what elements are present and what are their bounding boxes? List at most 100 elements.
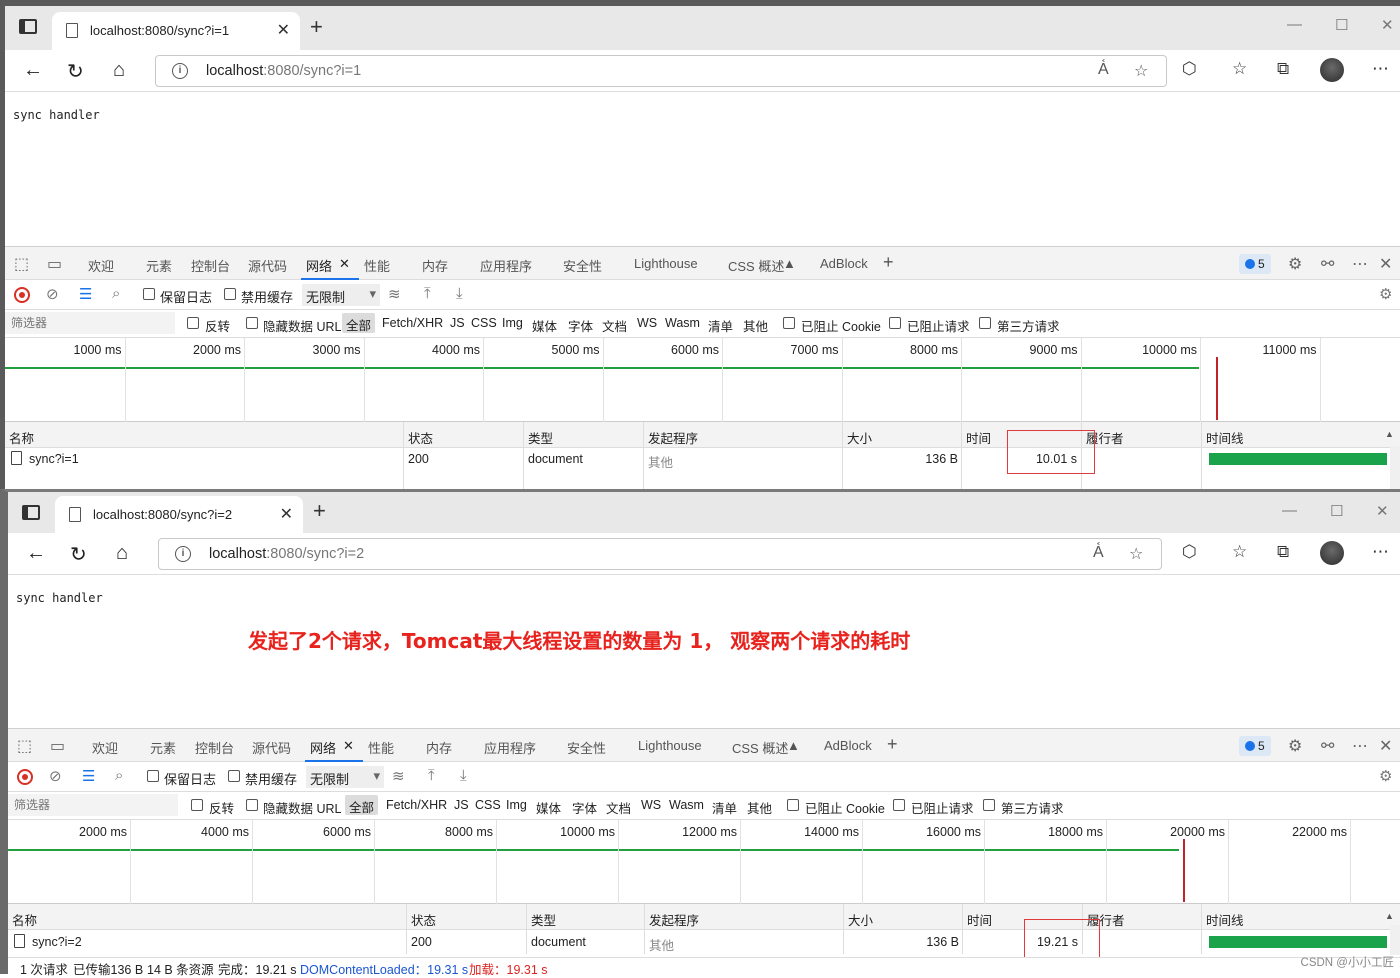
clear-icon[interactable]: ⊘ [46,285,59,303]
filter-type-js[interactable]: JS [450,316,465,330]
col-type[interactable]: 类型 [528,428,553,447]
filter-type-wasm[interactable]: Wasm [665,316,700,330]
throttle-select[interactable]: 无限制 ▾ [302,284,380,306]
more-options-icon[interactable]: ⋯ [1352,736,1368,756]
network-settings-icon[interactable]: ⚙ [1379,285,1392,303]
extensions-icon[interactable]: ⬡ [1182,542,1197,562]
close-devtools-icon[interactable]: ✕ [1379,254,1392,274]
network-settings-icon[interactable]: ⚙ [1379,767,1392,785]
tab-lighthouse[interactable]: Lighthouse [634,256,698,271]
home-icon[interactable]: ⌂ [116,542,128,565]
extensions-icon[interactable]: ⬡ [1182,59,1197,79]
sort-up-icon[interactable]: ▲ [1385,429,1394,439]
info-icon[interactable]: i [175,546,191,562]
request-name[interactable]: sync?i=2 [32,935,82,949]
tab-security[interactable]: 安全性 [567,738,606,757]
sort-up-icon[interactable]: ▲ [1385,911,1394,921]
home-icon[interactable]: ⌂ [113,59,125,82]
tab-performance[interactable]: 性能 [364,256,390,275]
address-bar[interactable]: i localhost:8080/sync?i=2 A᷾ ☆ [158,538,1162,570]
close-devtools-icon[interactable]: ✕ [1379,736,1392,756]
tab-lighthouse[interactable]: Lighthouse [638,738,702,753]
more-icon[interactable]: ⋯ [1372,59,1389,79]
back-icon[interactable]: ← [23,59,43,82]
filter-input[interactable] [5,312,175,334]
col-waterfall[interactable]: 时间线 [1206,910,1244,929]
tab-network[interactable]: 网络 [310,738,336,757]
filter-type-all[interactable]: 全部 [342,313,376,333]
add-favorite-icon[interactable]: ☆ [1129,544,1143,564]
filter-icon[interactable]: ☰ [79,285,92,303]
filter-type-doc[interactable]: 文档 [606,798,631,817]
col-type[interactable]: 类型 [531,910,556,929]
preserve-log-checkbox[interactable] [143,288,155,300]
third-party-checkbox[interactable] [979,317,991,329]
filter-type-media[interactable]: 媒体 [532,316,557,335]
settings-icon[interactable]: ⚙ [1288,254,1302,274]
blocked-requests-checkbox[interactable] [889,317,901,329]
avatar[interactable] [1320,541,1344,565]
search-icon[interactable]: ⌕ [112,285,120,302]
more-tabs-icon[interactable]: + [883,252,894,273]
filter-type-fetch[interactable]: Fetch/XHR [382,316,443,330]
filter-type-doc[interactable]: 文档 [602,316,627,335]
close-window-icon[interactable]: ✕ [1381,16,1394,34]
timeline-overview[interactable]: 1000 ms 2000 ms 3000 ms 4000 ms 5000 ms 6000 … [5,338,1400,422]
export-har-icon[interactable]: ⤓ [460,767,467,784]
avatar[interactable] [1320,58,1344,82]
device-toolbar-icon[interactable]: ▭ [47,254,62,274]
tab-actions-icon[interactable] [22,505,40,520]
info-icon[interactable]: i [172,63,188,79]
more-tabs-icon[interactable]: + [887,734,898,755]
col-status[interactable]: 状态 [411,910,436,929]
filter-type-media[interactable]: 媒体 [536,798,561,817]
import-har-icon[interactable]: ⤒ [424,285,431,302]
close-network-tab-icon[interactable]: ✕ [343,738,354,754]
dock-icon[interactable]: ⚯ [1321,254,1334,274]
favorites-icon[interactable]: ☆ [1232,542,1247,562]
search-icon[interactable]: ⌕ [115,767,123,784]
device-toolbar-icon[interactable]: ▭ [50,736,65,756]
filter-icon[interactable]: ☰ [82,767,95,785]
tab-sources[interactable]: 源代码 [248,256,287,275]
filter-input[interactable] [8,794,178,816]
issues-badge[interactable]: 5 [1239,736,1271,756]
tab-performance[interactable]: 性能 [368,738,394,757]
close-tab-icon[interactable]: ✕ [280,504,293,524]
issues-badge[interactable]: 5 [1239,254,1271,274]
tab-welcome[interactable]: 欢迎 [88,256,114,275]
filter-type-all[interactable]: 全部 [345,795,379,815]
filter-type-font[interactable]: 字体 [572,798,597,817]
refresh-icon[interactable]: ↻ [70,542,87,567]
col-initiator[interactable]: 发起程序 [648,428,698,447]
col-waterfall[interactable]: 时间线 [1206,428,1244,447]
filter-type-js[interactable]: JS [454,798,469,812]
add-favorite-icon[interactable]: ☆ [1134,61,1148,81]
minimize-icon[interactable]: — [1287,16,1302,33]
tab-welcome[interactable]: 欢迎 [92,738,118,757]
tab-adblock[interactable]: AdBlock [820,256,868,271]
table-scrollbar[interactable] [1390,925,1400,955]
export-har-icon[interactable]: ⤓ [456,285,463,302]
invert-checkbox[interactable] [191,799,203,811]
refresh-icon[interactable]: ↻ [67,59,84,84]
disable-cache-checkbox[interactable] [224,288,236,300]
filter-type-img[interactable]: Img [506,798,527,812]
tab-elements[interactable]: 元素 [146,256,172,275]
timeline-overview[interactable]: 2000 ms 4000 ms 6000 ms 8000 ms 10000 ms 1200… [8,820,1400,904]
filter-type-css[interactable]: CSS [471,316,497,330]
close-tab-icon[interactable]: ✕ [277,20,290,40]
hide-data-url-checkbox[interactable] [246,799,258,811]
minimize-icon[interactable]: — [1282,502,1297,519]
disable-cache-checkbox[interactable] [228,770,240,782]
filter-type-fetch[interactable]: Fetch/XHR [386,798,447,812]
close-window-icon[interactable]: ✕ [1376,502,1389,520]
filter-type-other[interactable]: 其他 [747,798,772,817]
table-row[interactable]: sync?i=1 200 document 其他 136 B 10.01 s [5,448,1400,470]
more-icon[interactable]: ⋯ [1372,542,1389,562]
tab-css-overview[interactable]: CSS 概述 [728,256,784,275]
preserve-log-checkbox[interactable] [147,770,159,782]
inspect-icon[interactable]: ⬚ [14,254,29,274]
tab-memory[interactable]: 内存 [426,738,452,757]
tab-security[interactable]: 安全性 [563,256,602,275]
